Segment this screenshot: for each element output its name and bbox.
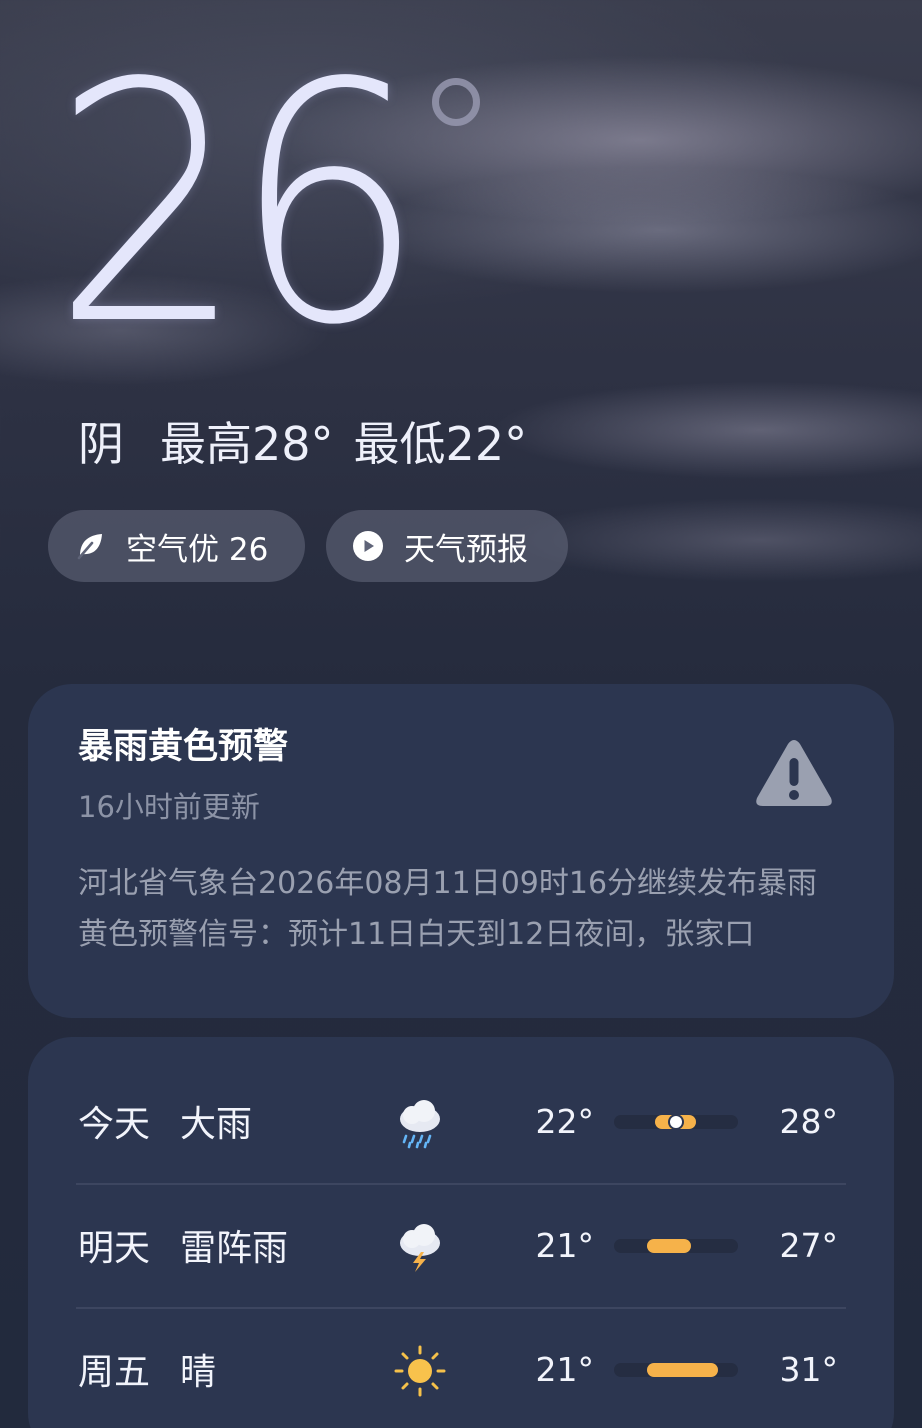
degree-symbol [432,78,480,126]
weather-forecast-video-button[interactable]: 天气预报 [326,510,568,582]
forecast-row-tomorrow[interactable]: 明天 雷阵雨 21° 27° [28,1183,894,1307]
alert-updated-time: 16小时前更新 [78,790,260,824]
forecast-day: 今天 [78,1104,151,1145]
alert-body: 河北省气象台2026年08月11日09时16分继续发布暴雨黄色预警信号：预计11… [78,866,818,952]
forecast-low: 21° [535,1225,595,1265]
forecast-low: 22° [535,1101,595,1141]
temperature-range-bar [614,1239,738,1253]
forecast-high: 31° [779,1349,839,1389]
play-icon [352,530,384,562]
low-temperature: 最低22° [353,417,528,471]
temperature-range-bar [614,1115,738,1129]
leaf-icon [74,530,106,562]
forecast-row-today[interactable]: 今天 大雨 22° 28° [28,1059,894,1183]
thunderstorm-icon [394,1221,446,1273]
forecast-high: 28° [779,1101,839,1141]
weather-alert-card[interactable]: 暴雨黄色预警 16小时前更新 河北省气象台2026年08月11日09时16分继续… [28,684,894,1018]
forecast-condition: 晴 [180,1352,217,1393]
temperature-range-bar [614,1363,738,1377]
sunny-icon [394,1345,446,1397]
forecast-condition: 雷阵雨 [180,1228,289,1269]
warning-icon [754,738,834,808]
current-temperature-marker [670,1116,682,1128]
current-condition-line: 阴 最高28° 最低22° [78,414,527,474]
forecast-high: 27° [779,1225,839,1265]
daily-forecast-card: 今天 大雨 22° 28° 明天 雷阵雨 21° 27° 周五 晴 21° 31… [28,1037,894,1428]
forecast-row-friday[interactable]: 周五 晴 21° 31° [28,1307,894,1428]
alert-title: 暴雨黄色预警 [78,727,289,767]
current-temperature: 26 [52,13,425,397]
heavy-rain-icon [394,1097,446,1149]
air-quality-button[interactable]: 空气优 26 [48,510,305,582]
forecast-condition: 大雨 [180,1104,253,1145]
air-quality-label: 空气优 26 [126,531,269,568]
current-condition: 阴 [78,417,124,471]
forecast-day: 明天 [78,1228,151,1269]
forecast-low: 21° [535,1349,595,1389]
weather-forecast-label: 天气预报 [404,531,528,568]
temperature-range-fill [647,1239,691,1253]
high-low: 最高28° 最低22° [160,414,527,474]
forecast-day: 周五 [78,1352,151,1393]
temperature-range-fill [647,1363,719,1377]
high-temperature: 最高28° [160,417,334,471]
